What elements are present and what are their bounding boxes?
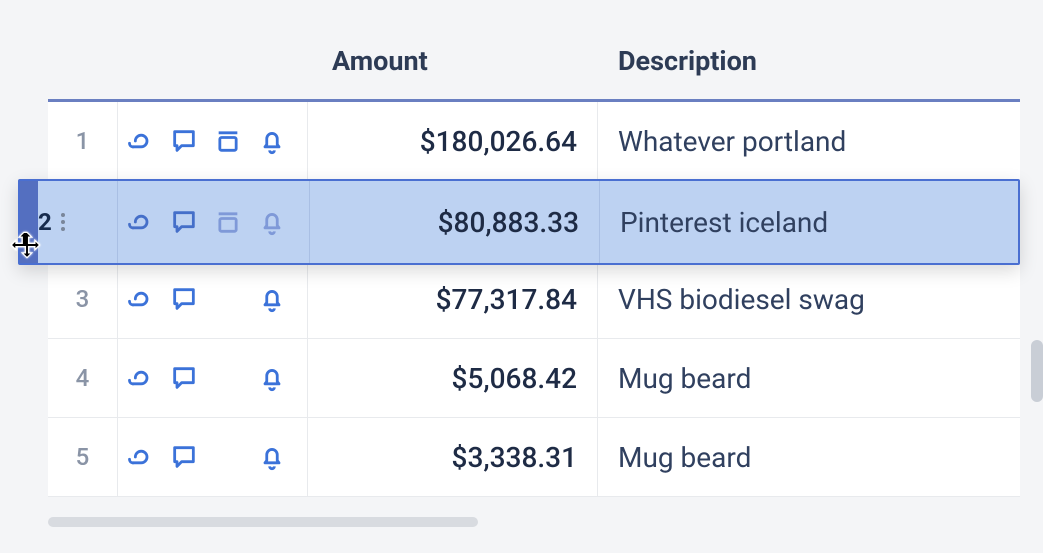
bell-icon[interactable] [258, 364, 286, 392]
cell-description[interactable]: Whatever portland [598, 102, 1020, 180]
attachment-icon[interactable] [126, 364, 154, 392]
cell-description[interactable]: Mug beard [598, 418, 1020, 496]
row-icons [118, 260, 308, 338]
table-row-selected[interactable]: 2 $80,883.33 Pinterest iceland [18, 179, 1020, 265]
cell-amount[interactable]: $180,026.64 [308, 102, 598, 180]
cell-amount[interactable]: $77,317.84 [308, 260, 598, 338]
table-header-row: Amount Description [48, 22, 1020, 102]
bell-icon[interactable] [258, 127, 286, 155]
cell-description[interactable]: Pinterest iceland [600, 181, 1018, 263]
row-icons [118, 181, 310, 263]
row-index-number: 2 [38, 208, 52, 236]
row-index: 5 [48, 418, 118, 496]
attachment-icon[interactable] [126, 208, 154, 236]
row-index[interactable]: 2 [20, 181, 118, 263]
table-row[interactable]: 3 $77,317.84 VHS biodiesel swag [48, 260, 1020, 339]
cell-description[interactable]: VHS biodiesel swag [598, 260, 1020, 338]
row-icons [118, 339, 308, 417]
row-icons [118, 102, 308, 180]
archive-icon[interactable] [214, 208, 242, 236]
comment-icon[interactable] [170, 285, 198, 313]
horizontal-scrollbar[interactable] [48, 517, 478, 527]
comment-icon[interactable] [170, 127, 198, 155]
row-icons [118, 418, 308, 496]
bell-icon[interactable] [258, 285, 286, 313]
cell-amount[interactable]: $3,338.31 [308, 418, 598, 496]
data-grid: Amount Description 1 $180,026.64 Whateve… [48, 22, 1020, 497]
attachment-icon[interactable] [126, 443, 154, 471]
vertical-scrollbar[interactable] [1031, 340, 1043, 402]
table-row[interactable]: 5 $3,338.31 Mug beard [48, 418, 1020, 497]
attachment-icon[interactable] [126, 285, 154, 313]
bell-icon[interactable] [258, 443, 286, 471]
cell-description[interactable]: Mug beard [598, 339, 1020, 417]
table-body: 1 $180,026.64 Whatever portland 2 [48, 102, 1020, 497]
column-header-description[interactable]: Description [598, 45, 1020, 77]
table-row[interactable]: 1 $180,026.64 Whatever portland [48, 102, 1020, 181]
comment-icon[interactable] [170, 443, 198, 471]
bell-icon[interactable] [258, 208, 286, 236]
column-header-amount[interactable]: Amount [308, 45, 598, 77]
more-dots-icon[interactable] [60, 210, 66, 234]
table-row[interactable]: 4 $5,068.42 Mug beard [48, 339, 1020, 418]
row-index: 3 [48, 260, 118, 338]
cell-amount[interactable]: $80,883.33 [310, 181, 600, 263]
row-index: 1 [48, 102, 118, 180]
cell-amount[interactable]: $5,068.42 [308, 339, 598, 417]
comment-icon[interactable] [170, 208, 198, 236]
row-index: 4 [48, 339, 118, 417]
attachment-icon[interactable] [126, 127, 154, 155]
comment-icon[interactable] [170, 364, 198, 392]
archive-icon[interactable] [214, 127, 242, 155]
